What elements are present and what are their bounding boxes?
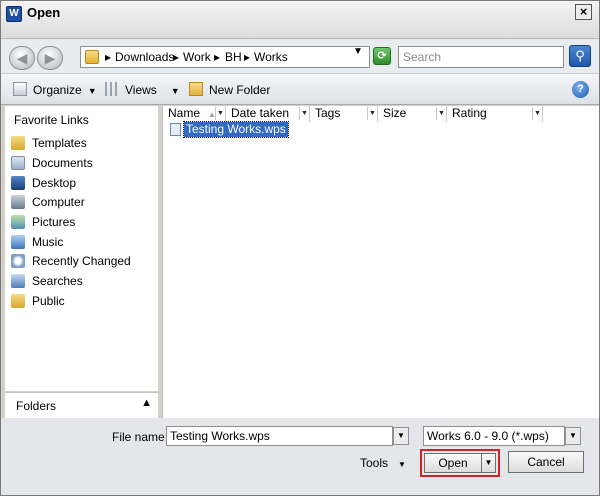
sidebar-item-label: Pictures (32, 215, 76, 229)
chevron-up-icon: ▲ (141, 397, 152, 409)
folder-icon (85, 50, 99, 64)
column-header-size[interactable]: Size ▼ (378, 106, 447, 122)
chevron-down-icon[interactable]: ▼ (436, 107, 446, 120)
breadcrumb-separator-icon[interactable]: ▸ (214, 50, 220, 64)
document-icon (170, 123, 181, 136)
desktop-icon (11, 176, 25, 190)
back-button[interactable]: ◀ (9, 46, 35, 70)
dialog-footer: File name: Testing Works.wps ▼ Works 6.0… (1, 418, 599, 495)
chevron-down-icon[interactable]: ▼ (299, 107, 309, 120)
templates-folder-icon (11, 136, 25, 150)
views-icon (105, 82, 119, 96)
sidebar-item-searches[interactable]: Searches (9, 273, 154, 291)
column-label: Date taken (231, 106, 290, 120)
file-type-dropdown-icon[interactable]: ▼ (565, 427, 581, 445)
sidebar-item-label: Recently Changed (32, 254, 131, 268)
chevron-down-icon: ▼ (87, 86, 97, 96)
sidebar-item-public[interactable]: Public (9, 293, 154, 311)
breadcrumb-work[interactable]: Work (183, 50, 211, 64)
organize-icon (13, 82, 27, 96)
sidebar-item-documents[interactable]: Documents (9, 155, 154, 173)
chevron-down-icon[interactable]: ▼ (532, 107, 542, 120)
computer-icon (11, 195, 25, 209)
file-name-label: File name: (112, 430, 169, 444)
folders-label: Folders (16, 399, 57, 413)
close-button[interactable]: × (575, 4, 592, 20)
breadcrumb-separator-icon[interactable]: ▸ (244, 50, 250, 64)
documents-icon (11, 156, 25, 170)
sidebar-item-computer[interactable]: Computer (9, 194, 154, 212)
column-header-date-taken[interactable]: Date taken ▼ (226, 106, 310, 122)
music-icon (11, 235, 25, 249)
open-button[interactable]: Open (424, 453, 482, 473)
pictures-icon (11, 215, 25, 229)
sidebar-item-label: Templates (32, 136, 87, 150)
sidebar-item-templates[interactable]: Templates (9, 135, 154, 153)
sidebar-item-label: Music (32, 235, 64, 249)
app-icon: W (6, 6, 22, 22)
folders-toggle[interactable]: Folders ▲ (5, 392, 158, 418)
tools-label: Tools (360, 456, 389, 470)
views-label: Views (125, 83, 157, 97)
file-list[interactable]: Name ▲ ▼ Date taken ▼ Tags ▼ Size ▼ Rating ▼ T… (162, 106, 599, 418)
new-folder-label: New Folder (209, 83, 271, 97)
open-button-highlight: Open ▼ (420, 449, 500, 477)
file-name: Testing Works.wps (183, 121, 289, 138)
favorite-links-heading: Favorite Links (14, 113, 89, 127)
navigation-pane: Favorite Links Templates Documents Deskt… (5, 106, 158, 391)
organize-label: Organize (33, 83, 82, 97)
recently-changed-icon (11, 254, 25, 268)
forward-button[interactable]: ▶ (37, 46, 63, 70)
sidebar-item-label: Public (32, 294, 65, 308)
sidebar-item-label: Desktop (32, 176, 77, 190)
sidebar-item-pictures[interactable]: Pictures (9, 214, 154, 232)
new-folder-button[interactable]: New Folder (189, 82, 270, 97)
column-label: Size (383, 106, 407, 120)
open-dialog: W Open × ◀ ▶ ▸ Downloads ▸ Work ▸ BH ▸ W… (0, 0, 600, 496)
address-row: ◀ ▶ ▸ Downloads ▸ Work ▸ BH ▸ Works ▼ ⟳ … (1, 39, 599, 73)
column-label: Tags (315, 106, 341, 120)
organize-menu[interactable]: Organize ▼ (13, 82, 97, 97)
breadcrumb-separator-icon[interactable]: ▸ (105, 50, 111, 64)
column-header-tags[interactable]: Tags ▼ (310, 106, 378, 122)
sidebar-item-label: Documents (32, 156, 93, 170)
toolbar: Organize ▼ Views ▼ New Folder ? (1, 73, 599, 105)
help-icon[interactable]: ? (572, 81, 589, 98)
sidebar-item-desktop[interactable]: Desktop (9, 175, 154, 193)
public-folder-icon (11, 294, 25, 308)
file-name-field[interactable]: Testing Works.wps (166, 426, 393, 446)
column-label: Rating (452, 106, 487, 120)
file-name-dropdown-icon[interactable]: ▼ (393, 427, 409, 445)
refresh-button[interactable]: ⟳ (373, 47, 391, 65)
title-bar: W Open × (1, 1, 599, 39)
chevron-down-icon: ▼ (170, 86, 180, 96)
chevron-down-icon: ▼ (398, 460, 406, 469)
sidebar-item-music[interactable]: Music (9, 234, 154, 252)
breadcrumb-separator-icon[interactable]: ▸ (173, 50, 179, 64)
column-label: Name (168, 106, 201, 120)
sidebar-item-label: Computer (32, 195, 85, 209)
dialog-title: Open (27, 5, 61, 20)
tools-menu[interactable]: Tools ▼ (360, 456, 406, 470)
column-header-rating[interactable]: Rating ▼ (447, 106, 543, 122)
address-dropdown-icon[interactable]: ▼ (353, 46, 363, 57)
cancel-button[interactable]: Cancel (508, 451, 584, 473)
chevron-down-icon[interactable]: ▼ (367, 107, 377, 120)
open-options-icon[interactable]: ▼ (481, 453, 496, 473)
column-headers: Name ▲ ▼ Date taken ▼ Tags ▼ Size ▼ Rating ▼ (163, 106, 600, 122)
file-type-select[interactable]: Works 6.0 - 9.0 (*.wps) (423, 426, 565, 446)
address-bar[interactable]: ▸ Downloads ▸ Work ▸ BH ▸ Works (80, 46, 370, 68)
search-icon[interactable]: ⚲ (569, 45, 591, 67)
column-header-name[interactable]: Name ▲ ▼ (163, 106, 226, 122)
new-folder-icon (189, 82, 203, 96)
search-input[interactable]: Search (398, 46, 564, 68)
views-menu[interactable]: Views ▼ (105, 82, 180, 97)
chevron-down-icon[interactable]: ▼ (215, 107, 225, 120)
searches-icon (11, 274, 25, 288)
sidebar-item-recently-changed[interactable]: Recently Changed (9, 253, 154, 271)
breadcrumb-works[interactable]: Works (254, 50, 288, 64)
sidebar-item-label: Searches (32, 274, 83, 288)
breadcrumb-downloads[interactable]: Downloads (115, 50, 174, 64)
breadcrumb-bh[interactable]: BH (225, 50, 242, 64)
